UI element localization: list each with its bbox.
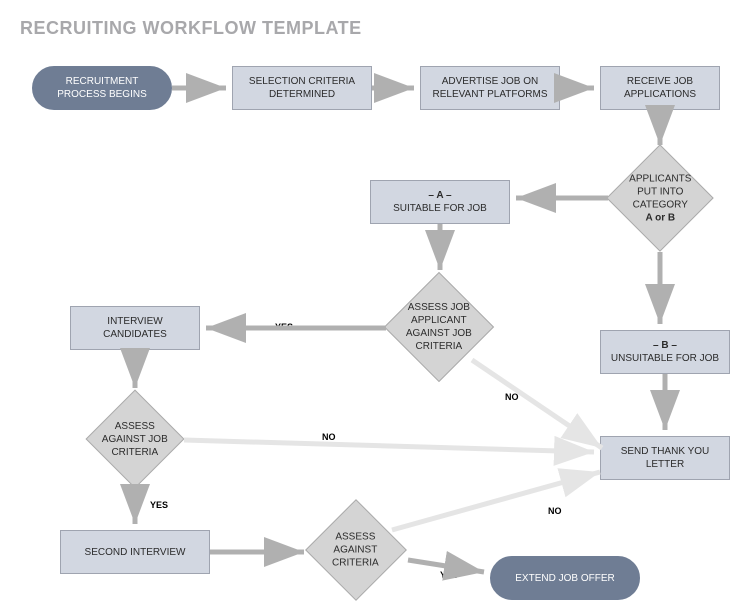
node-cat-b-l1: UNSUITABLE FOR JOB	[611, 352, 719, 365]
node-assess3-l2: AGAINST	[315, 544, 396, 557]
node-advertise: ADVERTISE JOB ON RELEVANT PLATFORMS	[420, 66, 560, 110]
node-assess2-l2: AGAINST JOB	[96, 433, 174, 446]
node-thanks-l2: LETTER	[646, 458, 684, 471]
node-advertise-l2: RELEVANT PLATFORMS	[432, 88, 547, 101]
label-assess2-yes: YES	[150, 500, 168, 510]
node-assess1-l1: ASSESS JOB	[394, 301, 484, 314]
node-advertise-l1: ADVERTISE JOB ON	[442, 75, 539, 88]
node-cat-a: – A – SUITABLE FOR JOB	[370, 180, 510, 224]
node-assess2: ASSESS AGAINST JOB CRITERIA	[86, 390, 185, 489]
label-assess1-yes: YES	[275, 322, 293, 332]
node-offer: EXTEND JOB OFFER	[490, 556, 640, 600]
label-assess1-no: NO	[505, 392, 519, 402]
node-receive-l1: RECEIVE JOB	[627, 75, 693, 88]
node-cat-a-header: – A –	[428, 189, 451, 202]
node-interview: INTERVIEW CANDIDATES	[70, 306, 200, 350]
node-receive: RECEIVE JOB APPLICATIONS	[600, 66, 720, 110]
node-second-interview: SECOND INTERVIEW	[60, 530, 210, 574]
label-assess3-no: NO	[548, 506, 562, 516]
node-criteria-l2: DETERMINED	[269, 88, 335, 101]
node-offer-l1: EXTEND JOB OFFER	[515, 572, 614, 585]
node-assess1-l4: CRITERIA	[394, 340, 484, 353]
node-assess3-l3: CRITERIA	[315, 557, 396, 570]
node-thanks: SEND THANK YOU LETTER	[600, 436, 730, 480]
node-criteria: SELECTION CRITERIA DETERMINED	[232, 66, 372, 110]
node-cat-b-header: – B –	[653, 339, 677, 352]
node-assess1-l3: AGAINST JOB	[394, 327, 484, 340]
label-assess2-no: NO	[322, 432, 336, 442]
node-assess3: ASSESS AGAINST CRITERIA	[305, 499, 407, 601]
node-interview-l2: CANDIDATES	[103, 328, 167, 341]
node-second-l1: SECOND INTERVIEW	[85, 546, 186, 559]
node-assess1: ASSESS JOB APPLICANT AGAINST JOB CRITERI…	[384, 272, 494, 382]
node-categorize-l3: CATEGORY	[617, 198, 704, 211]
page-title: RECRUITING WORKFLOW TEMPLATE	[20, 18, 362, 39]
node-assess2-l3: CRITERIA	[96, 446, 174, 459]
node-interview-l1: INTERVIEW	[107, 315, 162, 328]
node-categorize-l1: APPLICANTS	[617, 172, 704, 185]
node-start: RECRUITMENT PROCESS BEGINS	[32, 66, 172, 110]
node-categorize: APPLICANTS PUT INTO CATEGORY A or B	[606, 144, 713, 251]
node-start-l2: PROCESS BEGINS	[57, 88, 146, 101]
node-cat-a-l1: SUITABLE FOR JOB	[393, 202, 487, 215]
node-start-l1: RECRUITMENT	[66, 75, 139, 88]
node-categorize-l2: PUT INTO	[617, 185, 704, 198]
node-receive-l2: APPLICATIONS	[624, 88, 696, 101]
node-assess3-l1: ASSESS	[315, 531, 396, 544]
node-cat-b: – B – UNSUITABLE FOR JOB	[600, 330, 730, 374]
node-categorize-l4: A or B	[617, 211, 704, 224]
node-thanks-l1: SEND THANK YOU	[621, 445, 710, 458]
node-assess1-l2: APPLICANT	[394, 314, 484, 327]
node-criteria-l1: SELECTION CRITERIA	[249, 75, 355, 88]
label-assess3-yes: YES	[440, 570, 458, 580]
node-assess2-l1: ASSESS	[96, 420, 174, 433]
